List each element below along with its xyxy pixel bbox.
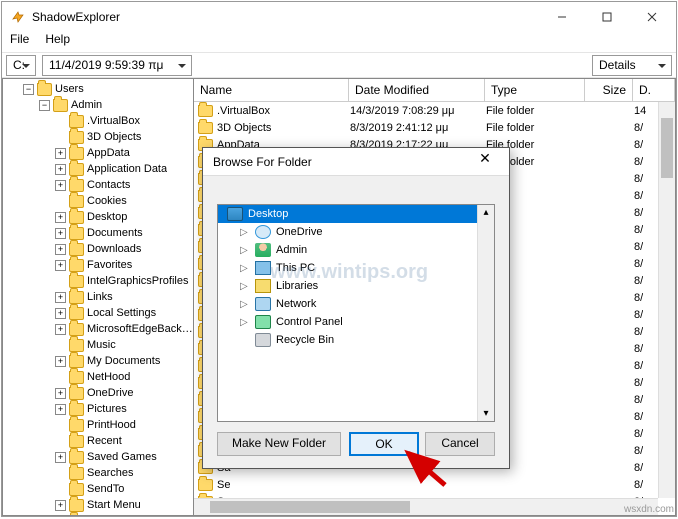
tree-item-music[interactable]: Music [3,337,193,353]
folder-tree[interactable]: −Users−Admin.VirtualBox3D Objects+AppDat… [2,78,194,516]
drive-value: C: [13,58,25,72]
scrollbar-horizontal[interactable] [194,498,658,515]
tree-item-3d-objects[interactable]: 3D Objects [3,129,193,145]
folder-label: Admin [276,244,307,256]
tree-item-intelgraphicsprofiles[interactable]: IntelGraphicsProfiles [3,273,193,289]
menu-file[interactable]: File [10,32,29,52]
chevron-right-icon: ▷ [240,281,250,292]
folder-item-recycle-bin[interactable]: Recycle Bin [218,331,494,349]
scrollbar-vertical[interactable] [658,102,675,498]
titlebar: ShadowExplorer [2,2,676,32]
window-controls [539,3,674,31]
drive-combo[interactable]: C: [6,55,36,76]
folder-item-this-pc[interactable]: ▷ This PC [218,259,494,277]
tree-item-sendto[interactable]: SendTo [3,481,193,497]
col-name[interactable]: Name [194,79,349,101]
list-row[interactable]: 3D Objects8/3/2019 2:41:12 μμFile folder… [194,119,675,136]
folder-item-network[interactable]: ▷ Network [218,295,494,313]
ok-button[interactable]: OK [349,432,419,456]
tree-item-local-settings[interactable]: +Local Settings [3,305,193,321]
folder-label: Network [276,298,316,310]
tree-item-start-menu[interactable]: +Start Menu [3,497,193,513]
cancel-button[interactable]: Cancel [425,432,495,456]
browse-for-folder-dialog: Browse For Folder ✕ Desktop ▴ ▾ ▷ OneDriv… [202,147,510,469]
tree-item-documents[interactable]: +Documents [3,225,193,241]
list-header: Name Date Modified Type Size D. [194,79,675,102]
tree-item-recent[interactable]: Recent [3,433,193,449]
chevron-right-icon: ▷ [240,245,250,256]
menu-help[interactable]: Help [45,32,70,52]
tree-item-contacts[interactable]: +Contacts [3,177,193,193]
tree-item-links[interactable]: +Links [3,289,193,305]
make-new-folder-button[interactable]: Make New Folder [217,432,341,456]
view-value: Details [599,58,636,72]
chevron-right-icon: ▷ [240,263,250,274]
user-icon [255,243,271,257]
view-combo[interactable]: Details [592,55,672,76]
folder-item-libraries[interactable]: ▷ Libraries [218,277,494,295]
dialog-buttons: Make New Folder OK Cancel [217,422,495,456]
lib-icon [255,279,271,293]
tree-item-favorites[interactable]: +Favorites [3,257,193,273]
snapshot-date-combo[interactable]: 11/4/2019 9:59:39 πμ [42,55,192,76]
minimize-button[interactable] [539,3,584,31]
tree-item-desktop[interactable]: +Desktop [3,209,193,225]
col-date[interactable]: Date Modified [349,79,485,101]
tree-item-saved-games[interactable]: +Saved Games [3,449,193,465]
app-title: ShadowExplorer [32,10,539,24]
net-icon [255,297,271,311]
folder-item-onedrive[interactable]: ▷ OneDrive [218,223,494,241]
folder-picker-list[interactable]: Desktop ▴ ▾ ▷ OneDrive ▷ Admin ▷ This PC ▷ Libr… [217,204,495,422]
dialog-close-button[interactable]: ✕ [467,150,503,174]
menubar: File Help [2,32,676,52]
scrollbar-picker[interactable]: ▴ ▾ [477,205,494,421]
tree-item-appdata[interactable]: +AppData [3,145,193,161]
tree-item-nethood[interactable]: NetHood [3,369,193,385]
folder-label: This PC [276,262,315,274]
cloud-icon [255,225,271,239]
folder-item-admin[interactable]: ▷ Admin [218,241,494,259]
col-d[interactable]: D. [633,79,675,101]
folder-label: OneDrive [276,226,322,238]
app-icon [10,9,26,25]
bin-icon [255,333,271,347]
tree-item-my-documents[interactable]: +My Documents [3,353,193,369]
tree-item--virtualbox[interactable]: .VirtualBox [3,113,193,129]
cp-icon [255,315,271,329]
folder-label: Recycle Bin [276,334,334,346]
tree-item-searches[interactable]: Searches [3,465,193,481]
folder-label: Desktop [248,208,288,220]
tree-item-onedrive[interactable]: +OneDrive [3,385,193,401]
tree-item-microsoftedgebackup[interactable]: +MicrosoftEdgeBackup [3,321,193,337]
folder-item-control-panel[interactable]: ▷ Control Panel [218,313,494,331]
tree-item-templates[interactable]: Templates [3,513,193,516]
desktop-icon [227,207,243,221]
tree-item-admin[interactable]: −Admin [3,97,193,113]
chevron-right-icon: ▷ [240,317,250,328]
tree-item-pictures[interactable]: +Pictures [3,401,193,417]
tree-item-printhood[interactable]: PrintHood [3,417,193,433]
tree-item-downloads[interactable]: +Downloads [3,241,193,257]
toolbar: C: 11/4/2019 9:59:39 πμ Details [2,52,676,78]
dialog-title: Browse For Folder [213,155,467,169]
folder-label: Control Panel [276,316,343,328]
tree-item-application-data[interactable]: +Application Data [3,161,193,177]
close-button[interactable] [629,3,674,31]
pc-icon [255,261,271,275]
folder-label: Libraries [276,280,318,292]
col-type[interactable]: Type [485,79,585,101]
tree-item-users[interactable]: −Users [3,81,193,97]
maximize-button[interactable] [584,3,629,31]
dialog-titlebar: Browse For Folder ✕ [203,148,509,176]
col-size[interactable]: Size [585,79,633,101]
snapshot-date-value: 11/4/2019 9:59:39 πμ [49,58,163,72]
tree-item-cookies[interactable]: Cookies [3,193,193,209]
chevron-right-icon: ▷ [240,299,250,310]
chevron-right-icon: ▷ [240,227,250,238]
folder-item-desktop[interactable]: Desktop [218,205,494,223]
list-row[interactable]: .VirtualBox14/3/2019 7:08:29 μμFile fold… [194,102,675,119]
list-row[interactable]: Se8/ [194,476,675,493]
source-mark: wsxdn.com [624,504,674,515]
